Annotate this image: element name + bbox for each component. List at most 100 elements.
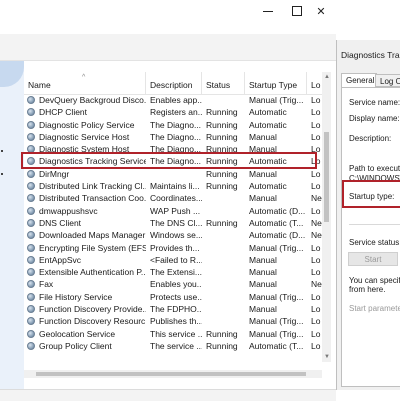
- table-row[interactable]: Diagnostic Service Host The Diagno... Runn…: [24, 131, 322, 143]
- log-on-as-cell: Lo: [311, 291, 321, 302]
- scroll-up-icon[interactable]: ▲: [324, 74, 330, 80]
- service-name-cell: Distributed Link Tracking Cl...: [39, 181, 146, 192]
- properties-dialog: Diagnostics Track General Log On Service…: [336, 40, 400, 390]
- startup-type-cell: Manual (Trig...: [249, 291, 304, 302]
- status-cell: Running: [206, 119, 238, 130]
- description-cell: <Failed to R...: [150, 254, 202, 265]
- service-name-cell: DNS Client: [39, 217, 82, 228]
- table-row[interactable]: Group Policy Client The service ... Runnin…: [24, 340, 322, 352]
- description-label: Description:: [349, 134, 392, 143]
- close-button[interactable]: ✕: [306, 0, 336, 22]
- log-on-as-cell: Lo: [311, 107, 321, 118]
- description-cell: Protects use...: [150, 291, 202, 302]
- startup-type-cell: Manual: [249, 131, 277, 142]
- log-on-as-cell: Lo: [311, 316, 321, 327]
- startup-type-cell: Manual: [249, 144, 277, 155]
- table-row[interactable]: DevQuery Backgroud Disco... Enables app..…: [24, 94, 322, 106]
- table-row[interactable]: Function Discovery Provide... The FDPHO..…: [24, 303, 322, 315]
- table-row[interactable]: File History Service Protects use... Manua…: [24, 291, 322, 303]
- description-cell: The Diagno...: [150, 119, 202, 130]
- table-row[interactable]: Function Discovery Resourc... Publishes t…: [24, 315, 322, 327]
- table-row[interactable]: Extensible Authentication P... The Extens…: [24, 266, 322, 278]
- status-cell: Running: [206, 217, 238, 228]
- column-header-log-on-as[interactable]: Lo: [307, 72, 322, 94]
- description-cell: The DNS Cl...: [150, 217, 202, 228]
- service-name-cell: Function Discovery Provide...: [39, 304, 146, 315]
- status-cell: [202, 315, 245, 327]
- maximize-icon: [292, 6, 302, 16]
- scroll-down-icon[interactable]: ▼: [324, 354, 330, 360]
- description-cell: The FDPHO...: [150, 304, 202, 315]
- service-name-cell: DHCP Client: [39, 107, 88, 118]
- startup-type-cell: Manual: [249, 279, 277, 290]
- startup-type-cell: Automatic: [249, 107, 287, 118]
- start-button[interactable]: Start: [348, 252, 398, 266]
- column-header-startup-type[interactable]: Startup Type: [245, 72, 307, 94]
- service-name-cell: Distributed Transaction Coo...: [39, 193, 146, 204]
- startup-type-cell: Manual (Trig...: [249, 242, 304, 253]
- status-cell: [202, 242, 245, 254]
- path-label: Path to executab: [349, 164, 400, 173]
- table-row[interactable]: Fax Enables you... Manual Ne: [24, 278, 322, 290]
- pane-bullet: [1, 150, 3, 152]
- minimize-button[interactable]: [253, 0, 283, 22]
- description-cell: This service ...: [150, 328, 202, 339]
- description-cell: Windows se...: [150, 230, 202, 241]
- tab-log-on[interactable]: Log On: [375, 74, 400, 87]
- description-cell: Publishes th...: [150, 316, 202, 327]
- table-row[interactable]: DNS Client The DNS Cl... Running Automatic …: [24, 217, 322, 229]
- tab-general[interactable]: General: [341, 73, 377, 88]
- log-on-as-cell: Lo: [311, 340, 321, 351]
- description-cell: The Diagno...: [150, 144, 202, 155]
- service-name-cell: Diagnostic System Host: [39, 144, 130, 155]
- status-cell: [202, 278, 245, 290]
- service-name-cell: File History Service: [39, 291, 113, 302]
- table-row[interactable]: Diagnostic System Host The Diagno... Runni…: [24, 143, 322, 155]
- service-name-cell: Diagnostic Policy Service: [39, 119, 135, 130]
- log-on-as-cell: Lo: [311, 328, 321, 339]
- table-row[interactable]: Encrypting File System (EFS) Provides th.…: [24, 242, 322, 254]
- column-header-label: Startup Type: [249, 80, 298, 90]
- startup-type-cell: Automatic: [249, 119, 287, 130]
- log-on-as-cell: Ne: [311, 230, 322, 241]
- table-row[interactable]: Diagnostic Policy Service The Diagno... Ru…: [24, 119, 322, 131]
- table-row[interactable]: EntAppSvc <Failed to R... Manual Lo: [24, 254, 322, 266]
- description-cell: The Diagno...: [150, 156, 202, 167]
- column-header-label: Status: [206, 80, 231, 90]
- description-cell: Enables app...: [150, 95, 202, 105]
- menu-bar: [0, 22, 336, 34]
- status-cell: [202, 303, 245, 315]
- table-row[interactable]: Distributed Transaction Coo... Coordinate…: [24, 192, 322, 204]
- table-row[interactable]: dmwappushsvc WAP Push ... Automatic (D... L…: [24, 205, 322, 217]
- table-row[interactable]: DHCP Client Registers an... Running Automat…: [24, 106, 322, 118]
- services-table: Name ^ Description Status Startup Type L…: [24, 72, 322, 362]
- table-row[interactable]: Geolocation Service This service ... Runni…: [24, 328, 322, 340]
- log-on-as-cell: Lo: [311, 242, 321, 253]
- extended-pane: [0, 61, 24, 389]
- scroll-thumb[interactable]: [36, 372, 306, 376]
- table-row[interactable]: DirMngr Running Manual Lo: [24, 168, 322, 180]
- dialog-title: Diagnostics Track: [341, 50, 400, 60]
- status-cell: [202, 229, 245, 241]
- startup-type-cell: Manual (Trig...: [249, 328, 304, 339]
- column-header-label: Name: [28, 80, 51, 90]
- toolbar: [0, 34, 336, 61]
- description-cell: Coordinates...: [150, 193, 202, 204]
- horizontal-scrollbar[interactable]: [24, 370, 322, 378]
- startup-type-cell: Automatic (T...: [249, 340, 304, 351]
- description-cell: The Diagno...: [150, 131, 202, 142]
- column-header-status[interactable]: Status: [202, 72, 245, 94]
- scroll-thumb[interactable]: [324, 132, 329, 222]
- table-row[interactable]: Diagnostics Tracking Service The Diagno..…: [24, 155, 322, 168]
- description-cell: The Extensi...: [150, 267, 202, 278]
- description-cell: Enables you...: [150, 279, 202, 290]
- startup-type-cell: Automatic (D...: [249, 205, 306, 216]
- table-row[interactable]: Downloaded Maps Manager Windows se... Auto…: [24, 229, 322, 241]
- column-header-description[interactable]: Description: [146, 72, 202, 94]
- vertical-scrollbar[interactable]: ▲ ▼: [322, 72, 331, 362]
- status-cell: [202, 254, 245, 266]
- service-status-label: Service status:: [349, 238, 400, 247]
- status-cell: Running: [206, 181, 238, 192]
- startup-type-cell: Manual (Trig...: [249, 95, 304, 105]
- table-row[interactable]: Distributed Link Tracking Cl... Maintains…: [24, 180, 322, 192]
